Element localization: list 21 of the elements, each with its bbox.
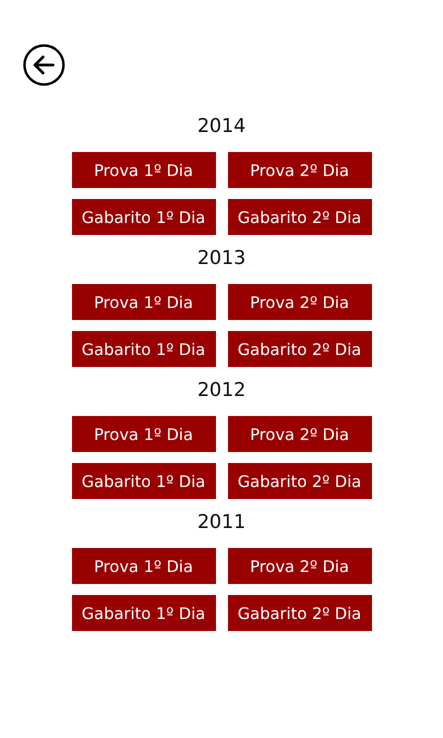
year-heading: 2012 (197, 378, 246, 402)
exam-button[interactable]: Prova 2º Dia (228, 152, 372, 188)
exam-button[interactable]: Gabarito 1º Dia (72, 331, 216, 367)
exam-button[interactable]: Prova 1º Dia (72, 416, 216, 452)
exam-button[interactable]: Prova 2º Dia (228, 416, 372, 452)
exam-button[interactable]: Prova 2º Dia (228, 284, 372, 320)
exam-button[interactable]: Prova 1º Dia (72, 548, 216, 584)
back-button[interactable] (23, 44, 65, 86)
exam-button[interactable]: Gabarito 2º Dia (228, 331, 372, 367)
exam-button[interactable]: Prova 1º Dia (72, 152, 216, 188)
exam-button[interactable]: Prova 1º Dia (72, 284, 216, 320)
year-heading: 2014 (197, 114, 246, 138)
exam-button[interactable]: Gabarito 2º Dia (228, 595, 372, 631)
year-heading: 2013 (197, 246, 246, 270)
exam-button[interactable]: Gabarito 1º Dia (72, 199, 216, 235)
exam-button[interactable]: Gabarito 1º Dia (72, 463, 216, 499)
year-heading: 2011 (197, 510, 246, 534)
exam-button[interactable]: Gabarito 2º Dia (228, 463, 372, 499)
exam-button[interactable]: Prova 2º Dia (228, 548, 372, 584)
exam-button[interactable]: Gabarito 2º Dia (228, 199, 372, 235)
exam-button[interactable]: Gabarito 1º Dia (72, 595, 216, 631)
